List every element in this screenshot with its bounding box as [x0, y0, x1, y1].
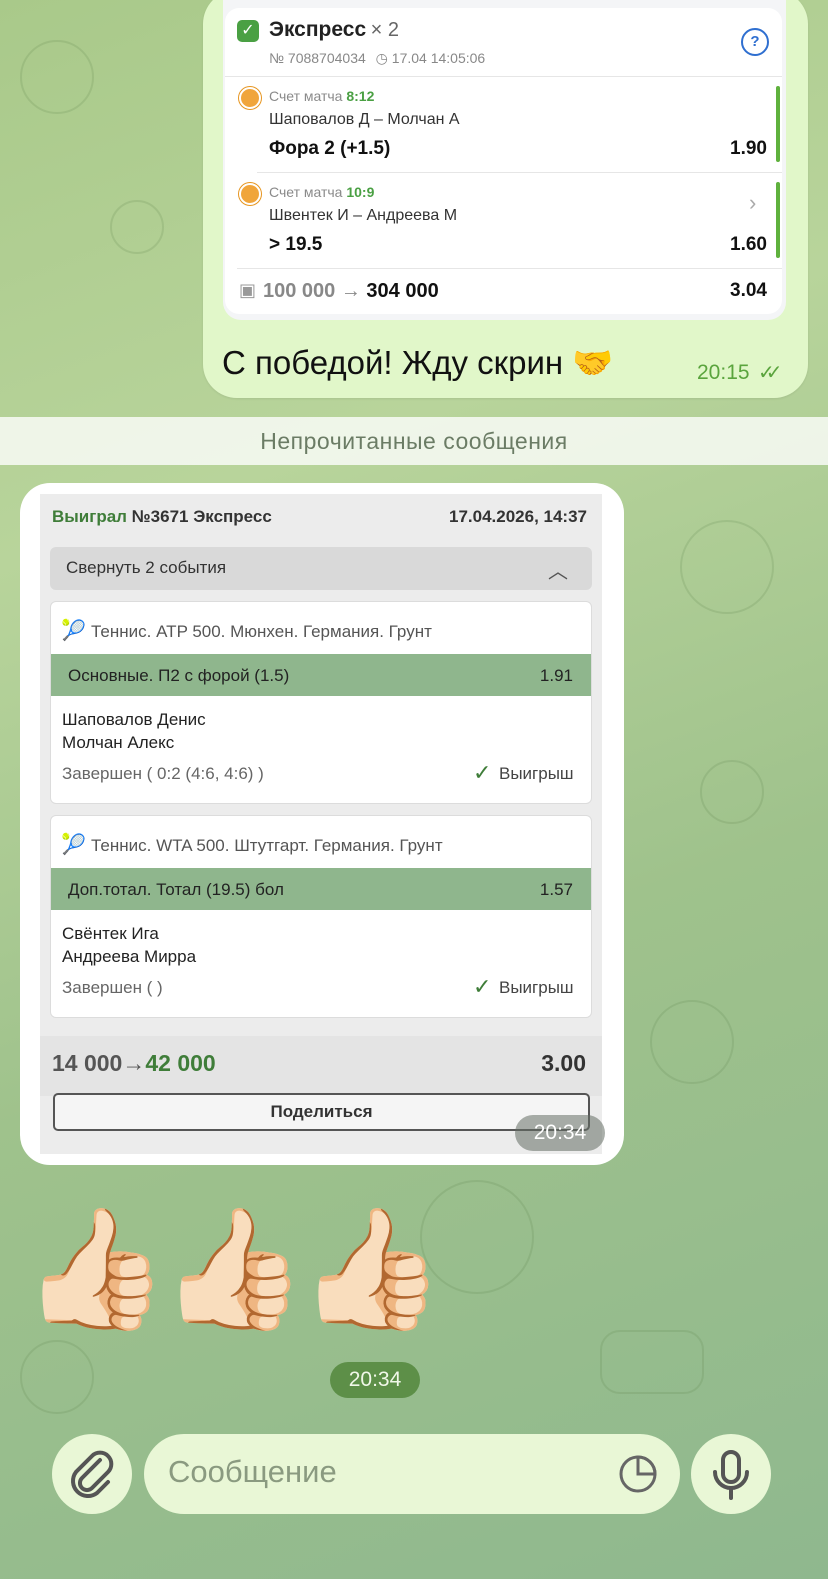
event-status: Завершен ( 0:2 (4:6, 4:6) ): [62, 764, 264, 783]
bg-doodle: [20, 40, 94, 114]
sticker-icon[interactable]: [618, 1454, 658, 1494]
bet-odd: 1.60: [730, 234, 767, 255]
bg-doodle: [20, 1340, 94, 1414]
receipt-datetime: 17.04.2026, 14:37: [448, 507, 587, 526]
match-teams: Шаповалов Д – Молчан А: [269, 111, 460, 128]
market-name: Доп.тотал. Тотал (19.5) бол: [68, 880, 284, 899]
message-time: 20:34: [330, 1362, 420, 1398]
clock-icon: ◷: [375, 50, 388, 66]
bg-doodle: [700, 760, 764, 824]
collapse-label: Свернуть 2 события: [66, 558, 227, 577]
outgoing-message-text: С победой! Жду скрин 🤝: [222, 344, 614, 381]
attach-button[interactable]: [52, 1434, 132, 1514]
message-time: 20:15: [697, 361, 750, 384]
status-bar: [776, 86, 780, 162]
bet-screenshot-image[interactable]: ✓ Экспресс × 2 № 7088704034 ◷ 17.04 14:0…: [223, 0, 786, 320]
microphone-icon: [713, 1450, 749, 1500]
total-odd: 3.00: [541, 1050, 586, 1076]
market-name: Основные. П2 с форой (1.5): [68, 666, 290, 685]
bet-type: Фора 2 (+1.5): [269, 138, 391, 159]
bet-odd: 1.90: [730, 138, 767, 159]
match-score: Счет матча 8:12: [269, 88, 375, 104]
divider: [225, 76, 782, 77]
collapse-events-button: Свернуть 2 события ︿: [50, 547, 592, 590]
bg-doodle: [680, 520, 774, 614]
tennis-racket-icon: 🎾: [61, 620, 86, 642]
event-tournament: Теннис. WTA 500. Штутгарт. Германия. Гру…: [91, 836, 443, 855]
bet-slip-card: ✓ Экспресс × 2 № 7088704034 ◷ 17.04 14:0…: [225, 8, 782, 314]
event-result: Выигрыш: [499, 764, 574, 783]
player-name: Молчан Алекс: [62, 733, 175, 752]
match-score: Счет матча 10:9: [269, 184, 375, 200]
event-result: Выигрыш: [499, 978, 574, 997]
thumbs-up-emoji[interactable]: 👍🏻: [160, 1210, 307, 1328]
status-bar: [776, 182, 780, 258]
bet-slip-title: Экспресс × 2: [269, 18, 399, 41]
double-check-icon: ✓✓: [758, 362, 782, 384]
tennis-ball-icon: [239, 87, 261, 109]
wallet-icon: ▣: [239, 280, 257, 300]
receipt-summary: 14 000→42 000 3.00: [40, 1036, 602, 1096]
message-placeholder: Сообщение: [168, 1454, 337, 1489]
player-name: Шаповалов Денис: [62, 710, 206, 729]
market-odd: 1.57: [539, 880, 573, 899]
total-odd: 3.04: [730, 280, 767, 301]
bet-slip-meta: № 7088704034 ◷ 17.04 14:05:06: [269, 50, 486, 66]
divider: [237, 268, 782, 269]
event-card: 🎾 Теннис. WTA 500. Штутгарт. Германия. Г…: [50, 815, 592, 1018]
chevron-right-icon: ›: [749, 190, 757, 215]
bg-doodle: [650, 1000, 734, 1084]
bet-type: > 19.5: [269, 234, 323, 255]
checkbox-checked-icon: ✓: [237, 20, 259, 42]
bg-doodle: [600, 1330, 704, 1394]
market-bar: Доп.тотал. Тотал (19.5) бол 1.57: [51, 868, 591, 910]
chevron-up-icon: ︿: [548, 561, 568, 583]
stake-payout: 100 000 → 304 000: [263, 280, 439, 302]
check-icon: ✓: [473, 974, 492, 999]
voice-message-button[interactable]: [691, 1434, 771, 1514]
player-name: Андреева Мирра: [62, 947, 197, 966]
market-bar: Основные. П2 с форой (1.5) 1.91: [51, 654, 591, 696]
share-button: Поделиться: [53, 1093, 590, 1131]
unread-messages-divider: Непрочитанные сообщения: [0, 417, 828, 465]
match-teams: Швентек И – Андреева М: [269, 207, 458, 224]
tennis-ball-icon: [239, 183, 261, 205]
event-card: 🎾 Теннис. ATP 500. Мюнхен. Германия. Гру…: [50, 601, 592, 804]
bg-doodle: [110, 200, 164, 254]
event-status: Завершен ( ): [62, 978, 163, 997]
thumbs-up-emoji[interactable]: 👍🏻: [298, 1210, 445, 1328]
divider: [257, 172, 782, 173]
message-time: 20:34: [515, 1115, 605, 1151]
stake-payout: 14 000→42 000: [52, 1050, 216, 1076]
event-tournament: Теннис. ATP 500. Мюнхен. Германия. Грунт: [91, 622, 432, 641]
check-icon: ✓: [473, 760, 492, 785]
player-name: Свёнтек Ига: [62, 924, 159, 943]
receipt-title: Выиграл №3671 Экспресс: [52, 507, 272, 526]
market-odd: 1.91: [539, 666, 573, 685]
message-input[interactable]: Сообщение: [144, 1434, 680, 1514]
thumbs-up-emoji[interactable]: 👍🏻: [22, 1210, 169, 1328]
tennis-racket-icon: 🎾: [61, 834, 86, 856]
help-icon: ?: [741, 28, 769, 56]
paperclip-icon: [71, 1450, 114, 1498]
